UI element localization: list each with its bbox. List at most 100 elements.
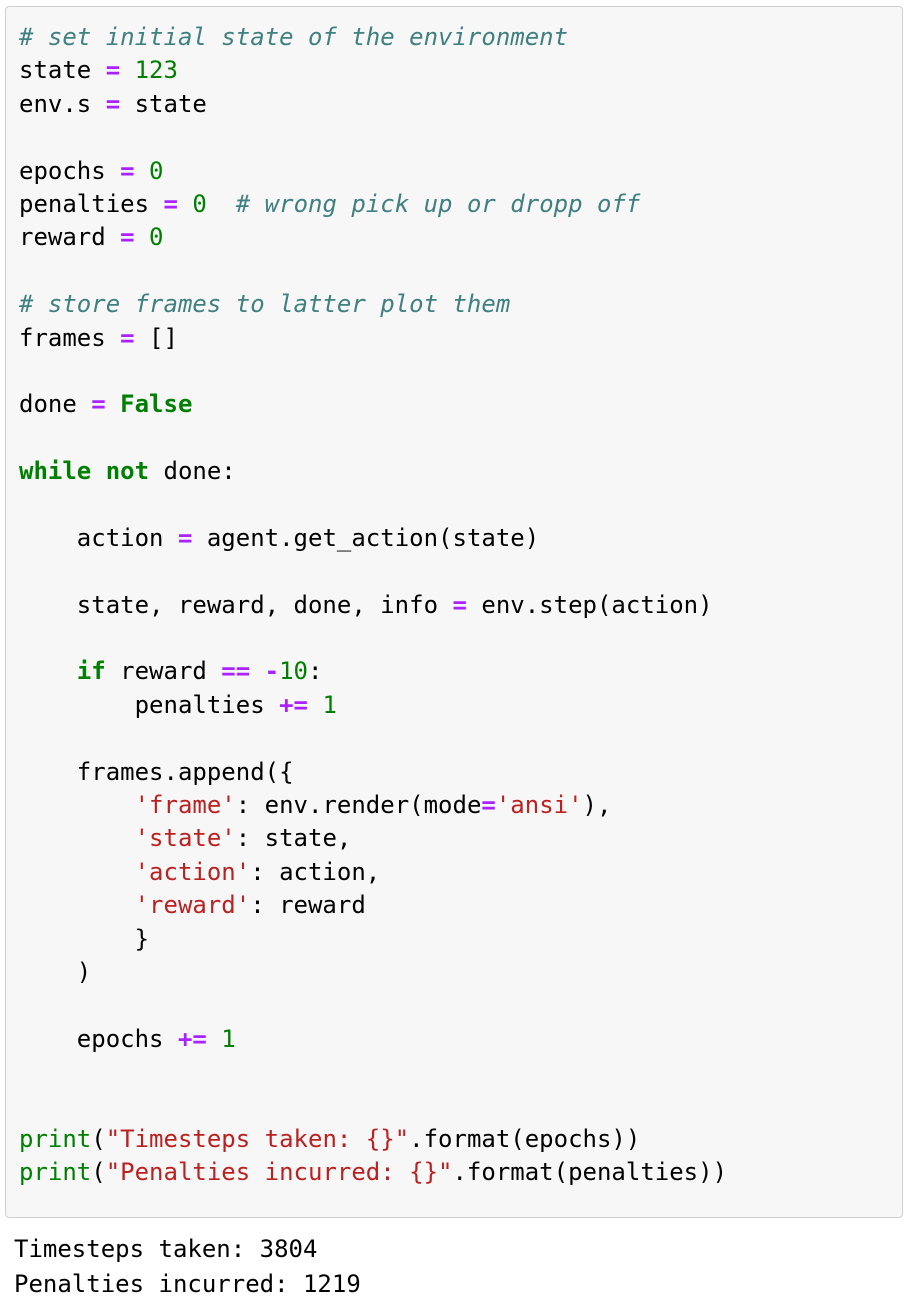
code-token-pl: []: [134, 323, 178, 352]
code-token-cm: # set initial state of the environment: [19, 23, 569, 51]
code-token-pl: : action,: [250, 857, 381, 886]
code-token-op: -: [264, 657, 280, 686]
code-token-kw: False: [120, 390, 193, 419]
code-line: env.s = state: [19, 88, 902, 121]
code-line: ): [19, 956, 902, 989]
code-token-pl: .format(penalties)): [452, 1158, 728, 1187]
code-input-cell[interactable]: # set initial state of the environment st…: [5, 6, 903, 1218]
code-line: frames.append({: [19, 756, 902, 789]
code-line: # set initial state of the environment: [19, 21, 902, 54]
code-token-pl: frames.append({: [76, 757, 294, 786]
code-token-op: =: [120, 323, 135, 352]
code-token-st: 'ansi': [495, 790, 583, 819]
code-token-kw: if: [76, 657, 106, 686]
code-line: 'action': action,: [19, 856, 902, 889]
code-token-pl: ): [76, 957, 92, 986]
code-token-cm: # wrong pick up or dropp off: [235, 189, 641, 218]
code-token-pl: : env.render(mode: [235, 790, 482, 819]
code-line: 'frame': env.render(mode='ansi'),: [19, 789, 902, 822]
cell-output-area: Timesteps taken: 3804 Penalties incurred:…: [5, 1232, 903, 1302]
code-token-pl: .format(epochs)): [409, 1124, 641, 1153]
code-token-op: =: [163, 189, 178, 218]
code-line: print("Timesteps taken: {}".format(epoch…: [19, 1123, 902, 1156]
output-line: Penalties incurred: 1219: [14, 1270, 361, 1298]
code-token-pl: done:: [149, 457, 236, 486]
code-token-pl: done: [19, 390, 92, 419]
code-token-st: 'frame': [134, 790, 236, 819]
code-token-st: 'action': [134, 857, 251, 886]
code-token-st: "Timesteps taken: {}": [105, 1124, 410, 1153]
code-token-st: 'reward': [134, 891, 251, 920]
code-token-op: =: [105, 89, 121, 118]
code-token-op: =: [120, 223, 135, 252]
code-token-op: =: [481, 790, 496, 819]
code-token-nu: 10: [279, 657, 309, 686]
code-token-op: +=: [279, 690, 308, 719]
code-line: print("Penalties incurred: {}".format(pe…: [19, 1156, 902, 1189]
code-line: epochs += 1: [19, 1023, 902, 1056]
code-line: 'reward': reward: [19, 889, 902, 922]
code-token-pl: (: [91, 1124, 106, 1153]
code-line: epochs = 0: [19, 155, 902, 188]
code-line: while not done:: [19, 455, 902, 488]
code-token-pl: penalties: [134, 690, 280, 719]
code-line: # store frames to latter plot them: [19, 288, 902, 321]
code-source[interactable]: # set initial state of the environment st…: [6, 7, 902, 1200]
code-token-pl: reward: [19, 223, 121, 252]
code-line: state, reward, done, info = env.step(act…: [19, 589, 902, 622]
code-token-op: =: [452, 590, 467, 619]
code-token-pl: state: [120, 89, 207, 118]
code-token-nu: 1: [206, 1024, 236, 1053]
code-token-kw: while not: [19, 457, 150, 486]
code-token-pl: state: [19, 56, 106, 85]
code-line: if reward == -10:: [19, 655, 902, 688]
code-token-nu: 0: [134, 223, 164, 252]
code-token-op: ==: [221, 657, 251, 686]
code-token-op: =: [177, 523, 193, 552]
code-token-nu: 123: [120, 56, 178, 85]
code-token-pl: epochs: [19, 156, 121, 185]
code-token-nu: 0: [134, 156, 164, 185]
code-token-pl: epochs: [76, 1024, 178, 1053]
code-line: frames = []: [19, 322, 902, 355]
code-token-pl: frames: [19, 323, 121, 352]
code-token-op: =: [120, 156, 135, 185]
code-token-pl: env.s: [19, 89, 106, 118]
code-line: }: [19, 923, 902, 956]
code-token-pl: state, reward, done, info: [76, 590, 453, 619]
code-token-op: +=: [177, 1024, 207, 1053]
code-token-nu: 1: [308, 690, 337, 719]
code-token-pl: :: [308, 657, 323, 686]
code-line: penalties += 1: [19, 689, 902, 722]
code-token-pl: penalties: [19, 189, 164, 218]
code-token-pl: (: [91, 1158, 106, 1187]
code-token-bi: print: [19, 1158, 92, 1187]
code-token-pl: env.step(action): [466, 590, 713, 619]
code-token-pl: agent.get_action(state): [192, 523, 540, 552]
code-token-cm: # store frames to latter plot them: [19, 290, 511, 319]
output-line: Timesteps taken: 3804: [14, 1235, 318, 1263]
